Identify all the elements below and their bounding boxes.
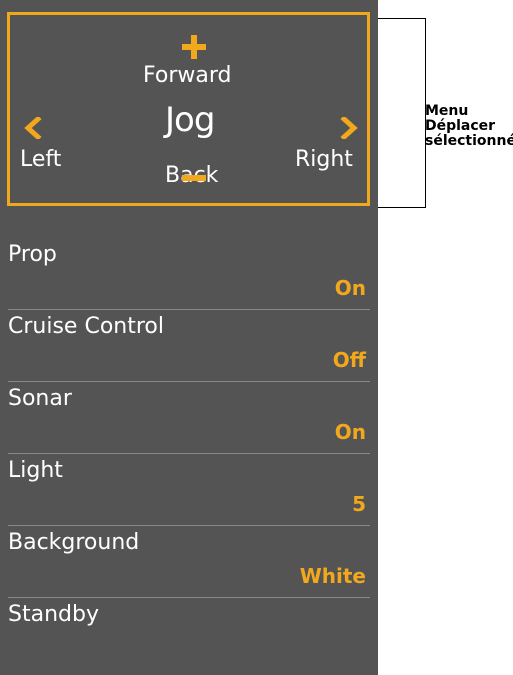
annotation-line: sélectionné — [425, 133, 513, 149]
menu-item-background[interactable]: Background White — [0, 526, 378, 598]
plus-icon[interactable] — [182, 35, 206, 59]
annotation-line: Déplacer — [425, 118, 496, 134]
menu-item-label: Background — [8, 530, 140, 555]
chevron-right-icon[interactable] — [338, 117, 360, 139]
menu-item-value: 5 — [352, 492, 366, 516]
menu-item-label: Sonar — [8, 386, 72, 411]
menu-item-value: On — [334, 420, 366, 444]
menu-item-value: On — [334, 276, 366, 300]
jog-title: Jog — [165, 100, 215, 140]
forward-label[interactable]: Forward — [143, 63, 231, 88]
left-label[interactable]: Left — [20, 147, 61, 172]
menu-item-label: Light — [8, 458, 63, 483]
annotation-label: Menu Déplacer sélectionné — [425, 104, 513, 149]
menu-item-light[interactable]: Light 5 — [0, 454, 378, 526]
menu-item-sonar[interactable]: Sonar On — [0, 382, 378, 454]
jog-menu-selected[interactable]: Forward Jog Left Right Back — [7, 12, 370, 206]
menu-item-cruise-control[interactable]: Cruise Control Off — [0, 310, 378, 382]
menu-item-standby[interactable]: Standby — [0, 598, 378, 670]
annotation-bracket — [378, 18, 426, 208]
minus-icon[interactable] — [182, 175, 206, 181]
annotation-line: Menu — [425, 103, 469, 119]
menu-item-label: Standby — [8, 602, 99, 627]
menu-item-label: Prop — [8, 242, 57, 267]
menu-item-value: Off — [332, 348, 366, 372]
menu-item-label: Cruise Control — [8, 314, 164, 339]
chevron-left-icon[interactable] — [22, 117, 44, 139]
menu-panel: Forward Jog Left Right Back Prop On Crui… — [0, 0, 378, 675]
right-label[interactable]: Right — [295, 147, 353, 172]
menu-item-value: White — [299, 564, 366, 588]
menu-item-prop[interactable]: Prop On — [0, 238, 378, 310]
